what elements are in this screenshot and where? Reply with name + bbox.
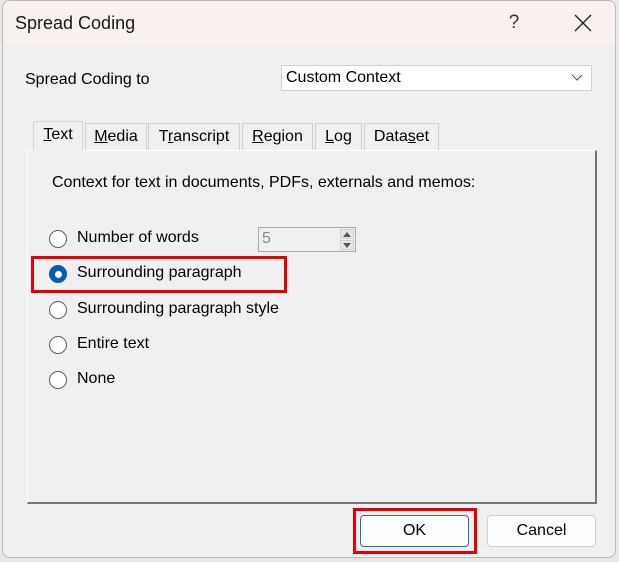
spin-up-arrow-icon[interactable] xyxy=(340,229,354,239)
radio-surrounding-paragraph-style[interactable] xyxy=(49,301,67,319)
cancel-button[interactable]: Cancel xyxy=(487,515,596,547)
dialog-title: Spread Coding xyxy=(15,13,136,33)
help-button[interactable]: ? xyxy=(499,9,529,37)
title-bar: Spread Coding ? xyxy=(3,1,615,45)
radio-number-of-words[interactable] xyxy=(49,230,67,248)
option-label: None xyxy=(77,370,116,387)
radio-none[interactable] xyxy=(49,371,67,389)
spread-coding-value: Custom Context xyxy=(286,69,401,86)
tab-panel xyxy=(27,150,597,504)
radio-surrounding-paragraph[interactable] xyxy=(49,265,67,283)
tab-media[interactable]: Media xyxy=(85,123,147,150)
words-count-value[interactable]: 5 xyxy=(262,230,271,248)
option-label: Number of words xyxy=(77,229,199,246)
spin-down-arrow-icon[interactable] xyxy=(340,240,354,250)
spread-coding-select[interactable]: Custom Context xyxy=(281,65,592,91)
tab-region[interactable]: Region xyxy=(242,123,313,150)
tab-text[interactable]: Text xyxy=(33,121,83,151)
context-description: Context for text in documents, PDFs, ext… xyxy=(52,174,476,191)
option-label: Surrounding paragraph xyxy=(77,264,242,281)
words-count-spinner[interactable]: 5 xyxy=(258,227,356,252)
radio-entire-text[interactable] xyxy=(49,336,67,354)
spread-coding-to-label: Spread Coding to xyxy=(25,71,150,88)
ok-button[interactable]: OK xyxy=(360,515,469,547)
option-label: Entire text xyxy=(77,335,150,352)
tab-transcript[interactable]: Transcript xyxy=(148,123,240,150)
close-button[interactable] xyxy=(565,9,601,37)
option-label: Surrounding paragraph style xyxy=(77,300,279,317)
tab-log[interactable]: Log xyxy=(315,123,362,150)
close-icon xyxy=(574,14,592,32)
tab-dataset[interactable]: Dataset xyxy=(364,123,439,150)
chevron-down-icon xyxy=(571,74,583,81)
